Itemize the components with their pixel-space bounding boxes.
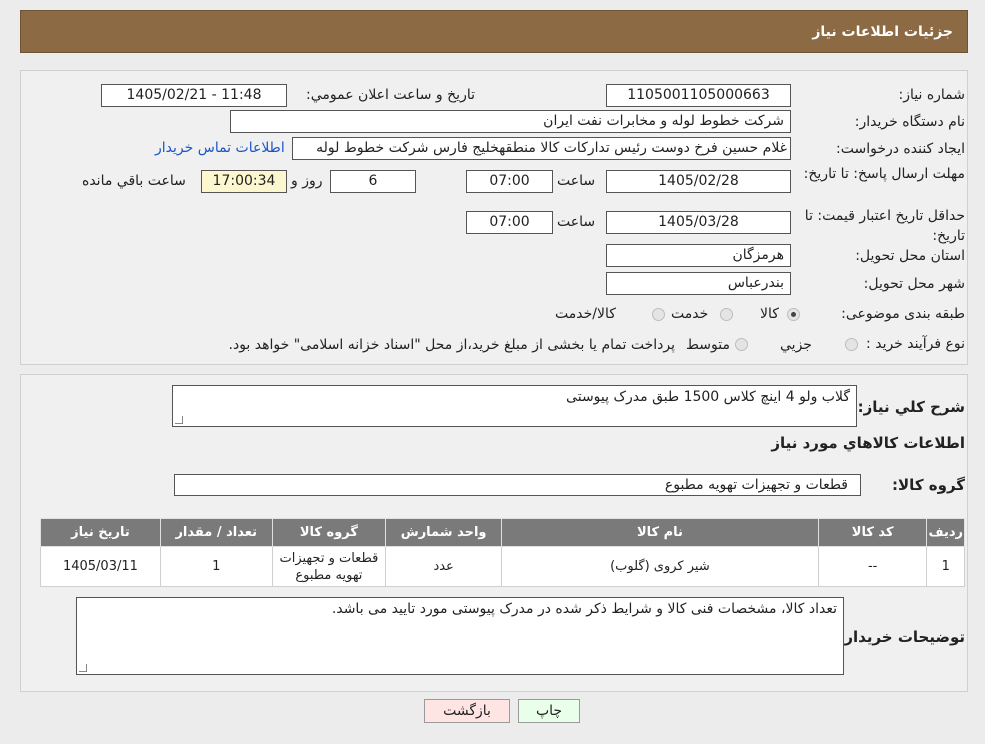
resize-grip-icon[interactable] xyxy=(175,416,183,424)
category-radio-service[interactable] xyxy=(720,308,733,321)
treasury-note: پرداخت تمام یا بخشی از مبلغ خرید،از محل … xyxy=(228,337,675,353)
city-field: بندرعباس xyxy=(606,272,791,295)
resize-grip-icon[interactable] xyxy=(79,664,87,672)
print-button[interactable]: چاپ xyxy=(518,699,580,723)
items-section-title: اطلاعات کالاهاي مورد نياز xyxy=(771,434,965,452)
process-option-minor: جزيي xyxy=(780,337,812,353)
cell-date: 1405/03/11 xyxy=(40,546,161,587)
cell-name: شیر کروی (گلوب) xyxy=(501,546,819,587)
summary-textarea[interactable]: گلاب ولو 4 اینچ کلاس 1500 طبق مدرک پیوست… xyxy=(172,385,857,427)
back-button[interactable]: بازگشت xyxy=(424,699,510,723)
group-field: قطعات و تجهیزات تهویه مطبوع xyxy=(174,474,861,496)
cell-group: قطعات و تجهیزات تهویه مطبوع xyxy=(271,546,387,587)
process-option-medium: متوسط xyxy=(686,337,730,353)
requester-label: ايجاد کننده درخواست: xyxy=(836,141,965,157)
buyer-contact-link[interactable]: اطلاعات تماس خريدار xyxy=(155,140,285,156)
summary-text: گلاب ولو 4 اینچ کلاس 1500 طبق مدرک پیوست… xyxy=(566,389,850,405)
remaining-label: ساعت باقي مانده xyxy=(82,173,186,189)
category-option-service: خدمت xyxy=(671,306,709,322)
price-validity-date: 1405/03/28 xyxy=(606,211,791,234)
col-name: نام کالا xyxy=(501,518,819,547)
reply-deadline-date: 1405/02/28 xyxy=(606,170,791,193)
need-number-field: 1105001105000663 xyxy=(606,84,791,107)
price-time-label: ساعت xyxy=(557,214,596,230)
summary-label: شرح کلي نياز: xyxy=(857,398,965,416)
buyer-notes-label: توضیحات خریدار: xyxy=(838,628,965,646)
buyer-org-field: شرکت خطوط لوله و مخابرات نفت ايران xyxy=(230,110,791,133)
reply-days-field: 6 xyxy=(330,170,416,193)
price-validity-label: حداقل تاریخ اعتبار قیمت: تا تاریخ: xyxy=(804,208,965,244)
reply-deadline-label: مهلت ارسال پاسخ: تا تاریخ: xyxy=(803,166,965,182)
col-group: گروه کالا xyxy=(271,518,387,547)
announce-datetime-field: 1405/02/21 - 11:48 xyxy=(101,84,287,107)
reply-deadline-time: 07:00 xyxy=(466,170,553,193)
col-code: کد کالا xyxy=(817,518,928,547)
page-header: جزئیات اطلاعات نیاز xyxy=(20,10,968,53)
province-field: هرمزگان xyxy=(606,244,791,267)
category-radio-goods-service[interactable] xyxy=(652,308,665,321)
items-table: رديف کد کالا نام کالا واحد شمارش گروه کا… xyxy=(40,518,965,587)
col-unit: واحد شمارش xyxy=(385,518,502,547)
province-label: استان محل تحویل: xyxy=(855,248,965,264)
need-number-label: شماره نیاز: xyxy=(898,87,966,103)
price-validity-time: 07:00 xyxy=(466,211,553,234)
days-label: روز و xyxy=(291,173,323,189)
group-label: گروه کالا: xyxy=(892,476,965,494)
process-radio-medium[interactable] xyxy=(735,338,748,351)
announce-datetime-label: تاریخ و ساعت اعلان عمومي: xyxy=(306,87,475,103)
buyer-org-label: نام دستگاه خريدار: xyxy=(854,114,965,130)
col-date: تاریخ نیاز xyxy=(40,518,161,547)
col-qty: تعداد / مقدار xyxy=(159,518,273,547)
reply-time-label: ساعت xyxy=(557,173,596,189)
category-option-goods-service: کالا/خدمت xyxy=(555,306,616,322)
cell-code: -- xyxy=(817,546,928,587)
cell-row: 1 xyxy=(926,546,965,587)
process-radio-minor[interactable] xyxy=(845,338,858,351)
buyer-notes-text: تعداد کالا، مشخصات فنی کالا و شرایط ذکر … xyxy=(331,601,837,617)
city-label: شهر محل تحویل: xyxy=(863,276,965,292)
cell-qty: 1 xyxy=(159,546,273,587)
cell-unit: عدد xyxy=(385,546,502,587)
requester-field: غلام حسين فرخ دوست رئيس تداركات كالا منط… xyxy=(292,137,791,160)
buyer-notes-textarea[interactable]: تعداد کالا، مشخصات فنی کالا و شرایط ذکر … xyxy=(76,597,844,675)
col-row: رديف xyxy=(926,518,965,547)
items-table-header: رديف کد کالا نام کالا واحد شمارش گروه کا… xyxy=(40,518,965,547)
remaining-time-field: 17:00:34 xyxy=(201,170,287,193)
process-type-label: نوع فرآیند خرید : xyxy=(866,336,965,352)
category-radio-goods[interactable] xyxy=(787,308,800,321)
category-option-goods: کالا xyxy=(760,306,779,322)
table-row: 1 -- شیر کروی (گلوب) عدد قطعات و تجهیزات… xyxy=(40,546,965,587)
category-label: طبقه بندی موضوعی: xyxy=(841,306,965,322)
